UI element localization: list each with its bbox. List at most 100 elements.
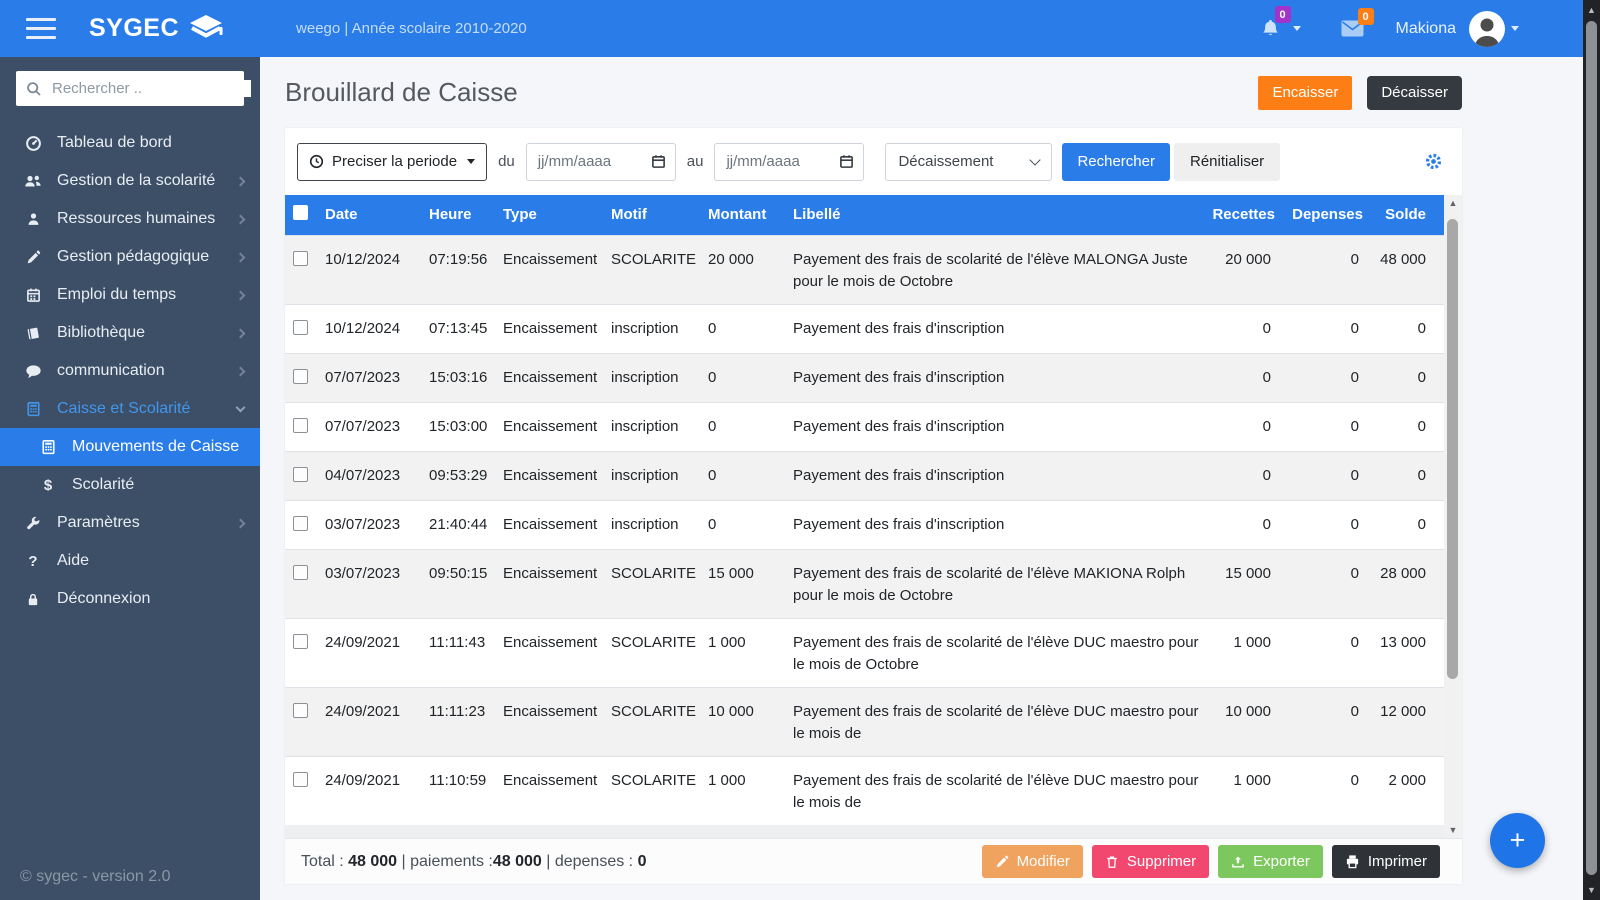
- modifier-button[interactable]: Modifier: [982, 845, 1083, 878]
- transactions-table-zone: DateHeureTypeMotifMontantLibelléRecettes…: [285, 195, 1462, 825]
- supprimer-button[interactable]: Supprimer: [1092, 845, 1209, 878]
- row-checkbox[interactable]: [293, 320, 308, 335]
- scroll-up-icon[interactable]: ▲: [1583, 5, 1600, 15]
- table-vertical-scrollbar[interactable]: ▲ ▼: [1444, 195, 1462, 838]
- sidebar-item-bibliotheque[interactable]: Bibliothèque: [0, 314, 260, 352]
- sidebar-item-gestion-de-la-scolarite[interactable]: Gestion de la scolarité: [0, 162, 260, 200]
- cell-heure: 09:50:15: [429, 549, 503, 618]
- table-horizontal-scrollbar[interactable]: [285, 825, 1462, 838]
- avatar[interactable]: [1469, 11, 1505, 47]
- row-checkbox[interactable]: [293, 703, 308, 718]
- cell-libelle: Payement des frais d'inscription: [793, 402, 1205, 451]
- imprimer-button[interactable]: Imprimer: [1332, 845, 1440, 878]
- scroll-down-icon[interactable]: ▼: [1444, 825, 1462, 835]
- cell-montant: 0: [708, 402, 793, 451]
- cash-journal-card: Preciser la periode du jj/mm/aaaa au jj/…: [285, 128, 1462, 884]
- sidebar-item-scolarite[interactable]: $Scolarité: [0, 466, 260, 504]
- sidebar-item-mouvements-de-caisse[interactable]: Mouvements de Caisse: [0, 428, 260, 466]
- messages-button[interactable]: 0: [1341, 20, 1364, 37]
- chevron-down-icon[interactable]: [1511, 26, 1519, 31]
- sidebar-item-parametres[interactable]: Paramètres: [0, 504, 260, 542]
- upload-icon: [1231, 855, 1245, 869]
- cell-recettes: 1 000: [1205, 756, 1275, 825]
- cell-heure: 15:03:16: [429, 353, 503, 402]
- notifications-button[interactable]: 0: [1260, 18, 1281, 39]
- row-checkbox[interactable]: [293, 467, 308, 482]
- table-scrollbar-thumb[interactable]: [1447, 219, 1458, 679]
- date-from-input[interactable]: jj/mm/aaaa: [526, 143, 676, 181]
- cell-depenses: 0: [1275, 402, 1363, 451]
- cell-recettes: 0: [1205, 304, 1275, 353]
- mail-badge: 0: [1358, 8, 1374, 25]
- row-checkbox[interactable]: [293, 418, 308, 433]
- chevron-right-icon: [236, 328, 246, 338]
- pencil-icon: [995, 855, 1009, 869]
- search-input[interactable]: [52, 80, 251, 97]
- cell-libelle: Payement des frais d'inscription: [793, 451, 1205, 500]
- encaisser-button[interactable]: Encaisser: [1258, 76, 1352, 110]
- cell-heure: 07:13:45: [429, 304, 503, 353]
- comment-icon: [22, 364, 44, 379]
- row-checkbox[interactable]: [293, 634, 308, 649]
- column-header-motif: Motif: [611, 195, 708, 235]
- chevron-right-icon: [236, 518, 246, 528]
- chevron-down-icon: [1030, 154, 1041, 165]
- row-checkbox[interactable]: [293, 369, 308, 384]
- school-year-context: weego | Année scolaire 2010-2020: [296, 20, 527, 37]
- sidebar-item-tableau-de-bord[interactable]: Tableau de bord: [0, 124, 260, 162]
- scroll-up-icon[interactable]: ▲: [1444, 198, 1462, 208]
- chevron-down-icon: [1293, 26, 1301, 31]
- calendar-icon: [22, 287, 44, 303]
- cell-solde: 48 000: [1363, 235, 1444, 304]
- row-checkbox[interactable]: [293, 565, 308, 580]
- sidebar-item-communication[interactable]: communication: [0, 352, 260, 390]
- row-checkbox[interactable]: [293, 251, 308, 266]
- cell-date: 07/07/2023: [325, 402, 429, 451]
- cell-date: 03/07/2023: [325, 549, 429, 618]
- sidebar-item-aide[interactable]: ?Aide: [0, 542, 260, 580]
- date-to-input[interactable]: jj/mm/aaaa: [714, 143, 864, 181]
- cell-libelle: Payement des frais de scolarité de l'élè…: [793, 756, 1205, 825]
- decaisser-button[interactable]: Décaisser: [1367, 76, 1462, 110]
- cell-libelle: Payement des frais d'inscription: [793, 500, 1205, 549]
- reinitialiser-button[interactable]: Rénitialiser: [1174, 143, 1280, 181]
- type-select[interactable]: Décaissement: [885, 143, 1052, 181]
- graduation-cap-icon: [188, 14, 226, 44]
- sidebar-item-emploi-du-temps[interactable]: Emploi du temps: [0, 276, 260, 314]
- calendar-icon[interactable]: [651, 154, 666, 169]
- period-filter-button[interactable]: Preciser la periode: [297, 143, 487, 181]
- page-scrollbar[interactable]: ▲ ▼: [1583, 0, 1600, 900]
- cell-heure: 09:53:29: [429, 451, 503, 500]
- cell-montant: 1 000: [708, 756, 793, 825]
- sidebar-item-caisse-et-scolarite[interactable]: Caisse et Scolarité: [0, 390, 260, 428]
- exporter-button[interactable]: Exporter: [1218, 845, 1323, 878]
- page-scrollbar-thumb[interactable]: [1586, 21, 1597, 875]
- user-name[interactable]: Makiona: [1396, 20, 1456, 38]
- row-checkbox[interactable]: [293, 772, 308, 787]
- calendar-icon[interactable]: [839, 154, 854, 169]
- add-button[interactable]: +: [1490, 813, 1545, 868]
- gear-icon[interactable]: [1424, 152, 1443, 171]
- column-header-type: Type: [503, 195, 611, 235]
- cell-montant: 15 000: [708, 549, 793, 618]
- cell-heure: 11:11:43: [429, 618, 503, 687]
- cell-libelle: Payement des frais de scolarité de l'élè…: [793, 618, 1205, 687]
- chevron-down-icon: [467, 159, 475, 164]
- sidebar-item-gestion-pedagogique[interactable]: Gestion pédagogique: [0, 238, 260, 276]
- select-all-checkbox[interactable]: [293, 205, 308, 220]
- column-header-montant: Montant: [708, 195, 793, 235]
- rechercher-button[interactable]: Rechercher: [1062, 143, 1170, 181]
- cell-type: Encaissement: [503, 402, 611, 451]
- brand[interactable]: SYGEC: [89, 14, 226, 44]
- scroll-down-icon[interactable]: ▼: [1583, 885, 1600, 895]
- person-icon: [22, 211, 44, 227]
- cell-recettes: 20 000: [1205, 235, 1275, 304]
- sidebar-item-deconnexion[interactable]: Déconnexion: [0, 580, 260, 618]
- sidebar-item-ressources-humaines[interactable]: Ressources humaines: [0, 200, 260, 238]
- cell-type: Encaissement: [503, 304, 611, 353]
- totals-summary: Total : 48 000 | paiements :48 000 | dep…: [301, 853, 646, 871]
- menu-toggle-icon[interactable]: [26, 18, 56, 39]
- cell-motif: SCOLARITE: [611, 235, 708, 304]
- row-checkbox[interactable]: [293, 516, 308, 531]
- cell-date: 10/12/2024: [325, 235, 429, 304]
